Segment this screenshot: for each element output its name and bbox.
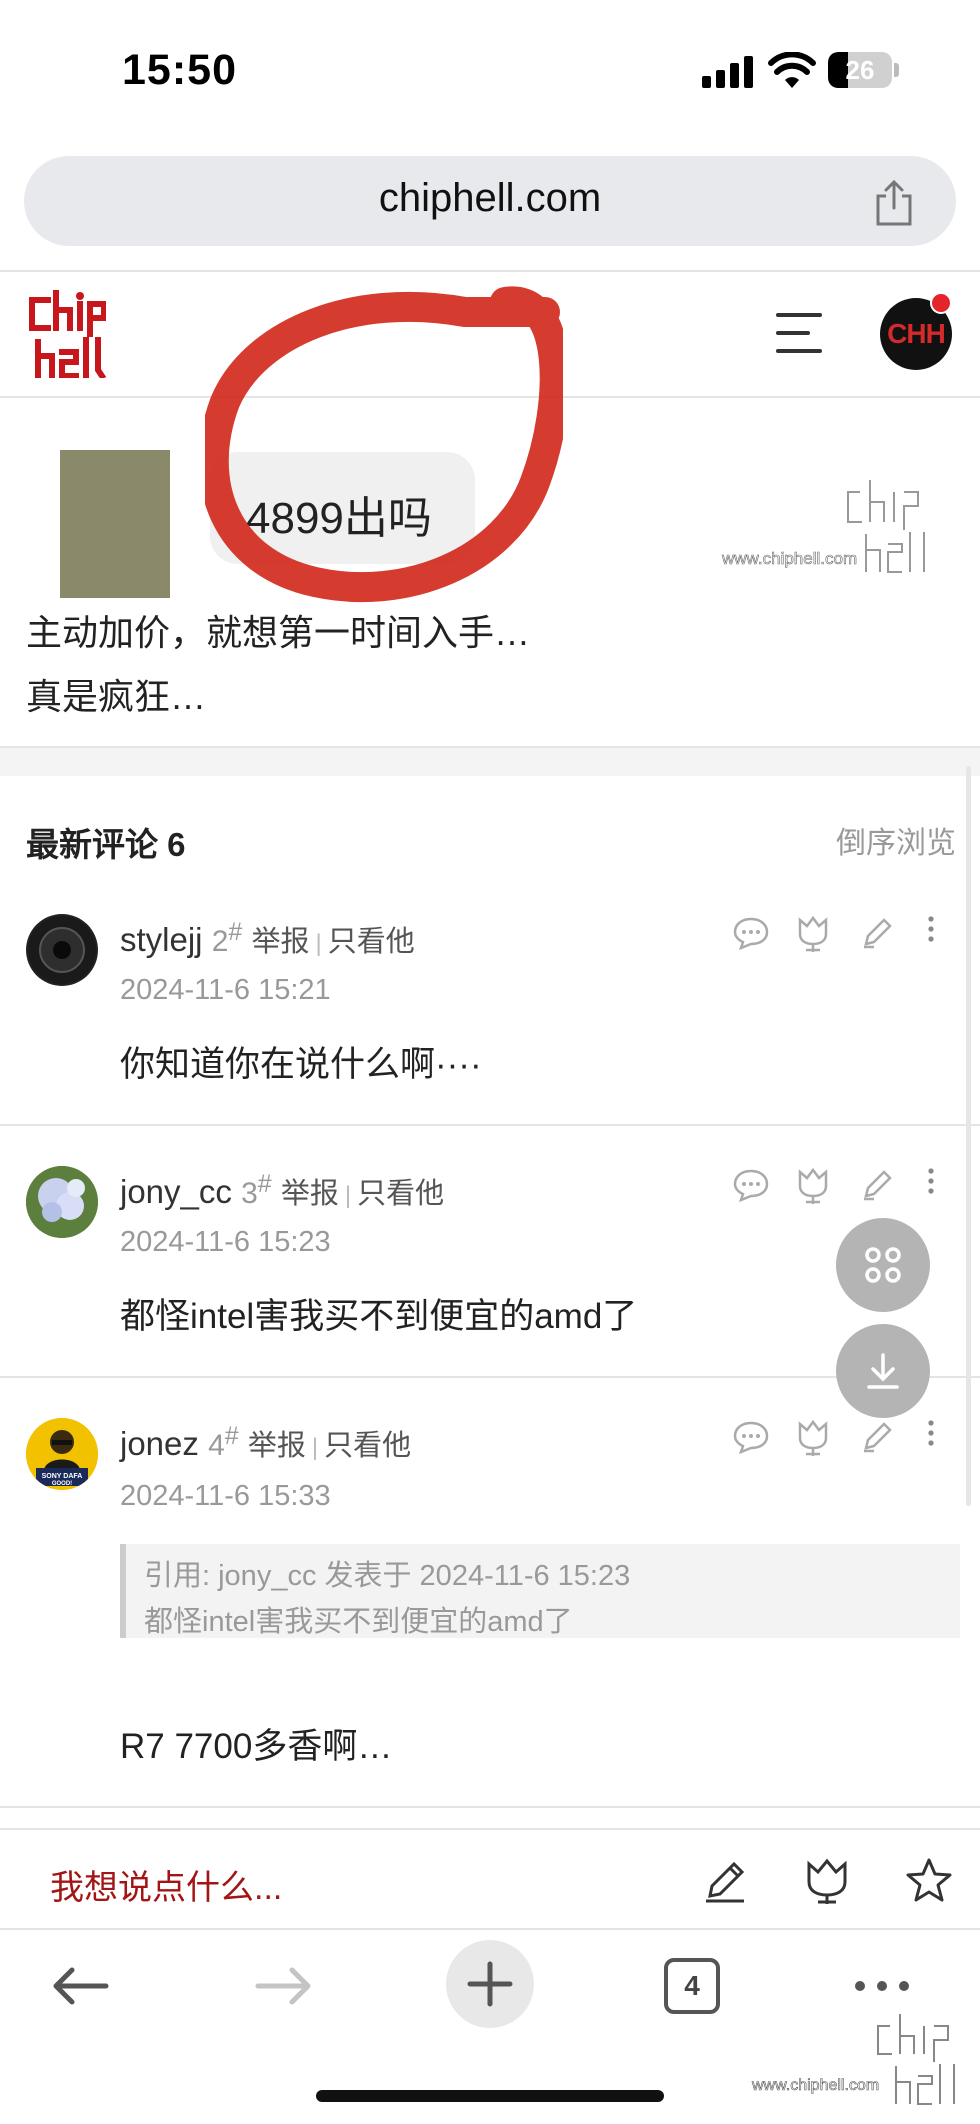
new-tab-button[interactable] [446,1940,534,2028]
comment-username[interactable]: jonez [120,1425,199,1462]
commenter-avatar[interactable] [26,914,98,986]
comment-divider [0,1376,980,1378]
comment-divider [0,1124,980,1126]
menu-icon[interactable] [776,313,822,353]
comment-icon[interactable] [732,916,770,950]
watermark-text: www.chiphell.com [721,549,857,568]
comment-icon[interactable] [732,1420,770,1454]
report-link[interactable]: 举报 [281,1178,339,1210]
comment-username[interactable]: jony_cc [120,1173,232,1210]
comment-actions [730,914,950,954]
flower-icon[interactable] [796,1418,830,1458]
download-button[interactable] [836,1324,930,1418]
comments-title: 最新评论 6 [26,826,186,863]
divider [0,1928,980,1930]
reply-input[interactable]: 我想说点什么... [50,1860,282,1909]
new-tab-icon [467,1961,513,2007]
edit-icon[interactable] [860,1168,894,1202]
star-icon[interactable] [904,1856,954,1904]
post-text-line: 主动加价，就想第一时间入手… [26,612,531,653]
floor-number: 2# [211,918,243,958]
comment-divider [0,1806,980,1808]
wifi-icon [768,52,816,88]
hydrangea-photo [26,1166,98,1238]
comment-date: 2024-11-6 15:23 [120,1226,331,1258]
post-image-thumbnail [60,450,170,598]
quote-header: 引用: jony_cc 发表于 2024-11-6 15:23 [144,1560,631,1592]
post-text-line: 真是疯狂… [26,676,207,717]
comment-body: 都怪intel害我买不到便宜的amd了 [120,1297,638,1336]
camera-lens-icon [28,916,96,984]
comment-header: jonez 4# 举报 | 只看他 [120,1422,412,1462]
commenter-avatar[interactable]: SONY DAFA GOOD! [26,1418,98,1490]
watermark-text: www.chiphell.com [751,2077,879,2094]
report-link[interactable]: 举报 [248,1430,306,1462]
pencil-icon[interactable] [702,1858,748,1904]
battery-cap [894,63,899,77]
comment-header: jony_cc 3# 举报 | 只看他 [120,1170,445,1210]
flower-icon[interactable] [796,914,830,954]
notification-dot [930,292,952,314]
chiphell-watermark: www.chiphell.com [751,2014,958,2108]
reverse-sort-link[interactable]: 倒序浏览 [836,818,956,862]
commenter-avatar[interactable] [26,1166,98,1238]
home-indicator[interactable] [316,2090,664,2102]
comment-body: R7 7700多香啊… [120,1727,393,1766]
more-icon[interactable] [926,1166,936,1200]
cellular-signal-icon [702,56,756,88]
url-text[interactable]: chiphell.com [0,176,980,221]
tabs-icon[interactable]: 4 [664,1958,720,2014]
share-icon[interactable] [872,178,916,228]
comment-header: stylejj 2# 举报 | 只看他 [120,918,415,958]
battery-level: 26 [845,54,875,85]
comment-body: 你知道你在说什么啊···· [120,1045,482,1084]
more-icon[interactable] [926,914,936,948]
only-him-link[interactable]: 只看他 [324,1430,411,1462]
sony-dafa-avatar: SONY DAFA GOOD! [26,1418,98,1490]
comment-actions [730,1166,950,1206]
quote-block: 引用: jony_cc 发表于 2024-11-6 15:23 都怪intel害… [120,1544,960,1638]
floor-number: 3# [241,1170,272,1210]
comment-date: 2024-11-6 15:21 [120,974,331,1006]
only-him-link[interactable]: 只看他 [357,1178,444,1210]
svg-text:GOOD!: GOOD! [52,1481,72,1487]
comment-username[interactable]: stylejj [120,921,203,958]
forward-icon[interactable] [254,1964,314,2008]
comment-date: 2024-11-6 15:33 [120,1480,331,1512]
more-icon[interactable] [926,1418,936,1452]
red-circle-annotation [205,286,563,603]
edit-icon[interactable] [860,916,894,950]
divider [0,270,980,272]
back-icon[interactable] [50,1964,110,2008]
scrollbar[interactable] [966,766,971,1506]
status-time: 15:50 [122,46,237,94]
avatar-caption: SONY DAFA [42,1473,83,1480]
comment-icon[interactable] [732,1168,770,1202]
report-link[interactable]: 举报 [251,926,309,958]
more-icon[interactable] [852,1978,912,1994]
only-him-link[interactable]: 只看他 [328,926,415,958]
flower-icon[interactable] [796,1166,830,1206]
quote-body: 都怪intel害我买不到便宜的amd了 [144,1606,573,1638]
divider [0,1828,980,1830]
chiphell-watermark: www.chiphell.com [721,480,928,576]
comment-actions [730,1418,950,1458]
flower-icon[interactable] [804,1856,850,1906]
apps-button[interactable] [836,1218,930,1312]
download-icon [867,1353,899,1389]
edit-icon[interactable] [860,1420,894,1454]
floor-number: 4# [208,1422,239,1462]
apps-icon [865,1247,901,1283]
section-separator [0,746,980,776]
chiphell-logo[interactable] [28,290,106,378]
battery-icon: 26 [828,52,892,88]
